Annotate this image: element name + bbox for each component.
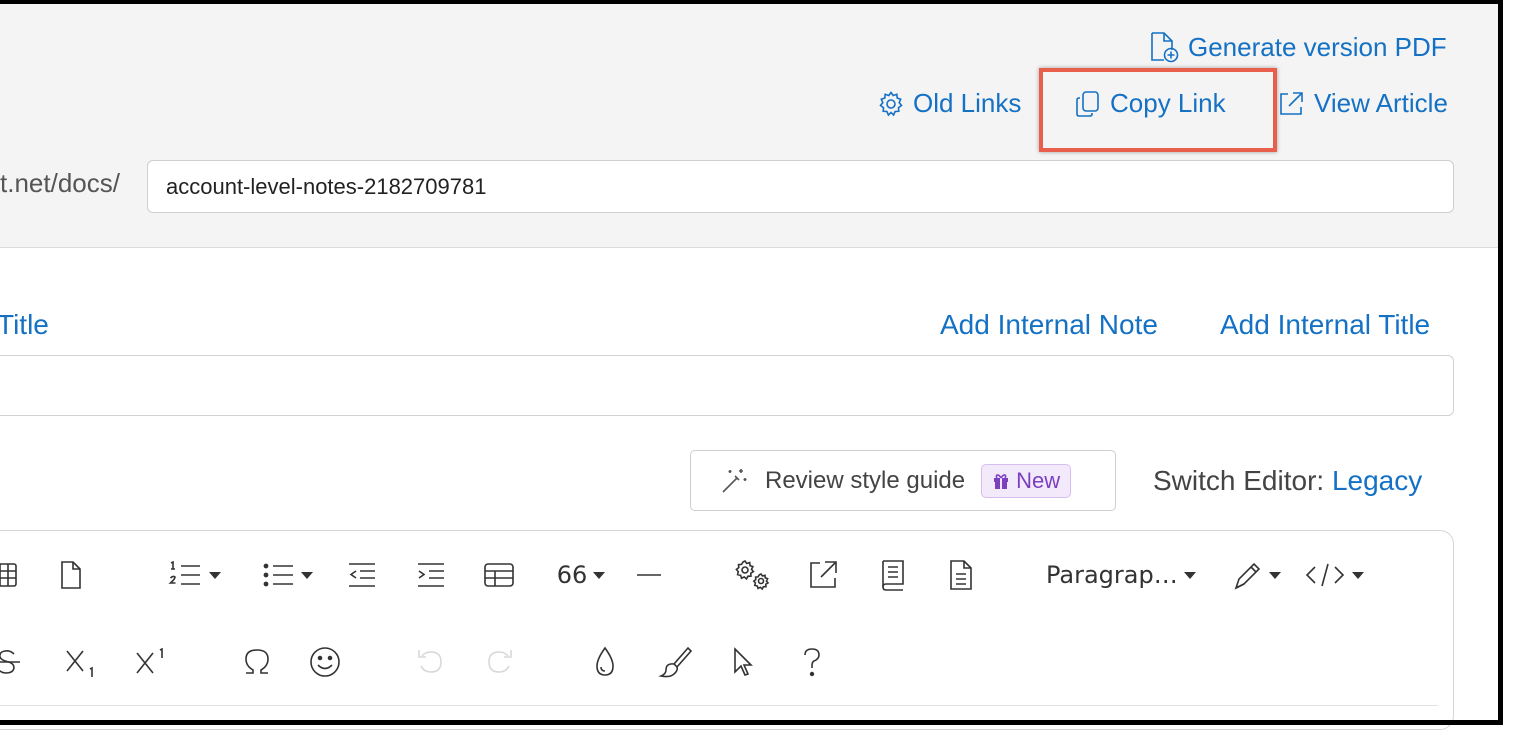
blockquote-button[interactable]: 66	[552, 558, 610, 592]
frame-margin-right	[1500, 0, 1522, 746]
review-style-guide-button[interactable]: Review style guide New	[690, 450, 1116, 511]
frame-border-right	[1498, 0, 1503, 725]
paragraph-format-label: Paragrap…	[1046, 561, 1178, 589]
toolbar-divider	[0, 705, 1438, 706]
title-link-partial[interactable]: Title	[0, 309, 49, 341]
chevron-down-icon	[1183, 571, 1196, 579]
gift-icon	[994, 473, 1009, 489]
special-characters-icon[interactable]	[238, 645, 276, 679]
page-icon[interactable]	[56, 558, 86, 592]
numbered-list-icon	[168, 560, 200, 585]
chevron-down-icon	[301, 571, 313, 579]
paintbrush-icon[interactable]	[655, 645, 695, 679]
frame-border-bottom	[0, 720, 1503, 725]
paragraph-format-dropdown[interactable]: Paragrap…	[1046, 558, 1206, 592]
subscript-icon[interactable]	[62, 645, 102, 679]
new-badge: New	[981, 463, 1072, 498]
new-badge-label: New	[1016, 467, 1061, 493]
view-article-label: View Article	[1314, 88, 1448, 118]
chevron-down-icon	[1269, 571, 1281, 579]
indent-icon[interactable]	[413, 558, 449, 592]
embed-external-icon[interactable]	[805, 558, 841, 592]
numbered-list-button[interactable]	[158, 558, 230, 592]
review-style-guide-label: Review style guide	[765, 466, 966, 494]
copy-link-highlight	[1039, 68, 1277, 152]
screenshot-frame: Generate version PDF Old Links Copy Link…	[0, 0, 1522, 746]
magic-wand-icon	[722, 468, 747, 493]
switch-editor: Switch Editor: Legacy	[1153, 465, 1422, 497]
title-input[interactable]	[0, 355, 1454, 416]
bullet-list-icon	[263, 563, 293, 587]
chevron-down-icon	[209, 571, 221, 579]
legacy-editor-link[interactable]: Legacy	[1332, 465, 1422, 496]
strikethrough-icon[interactable]	[0, 645, 28, 679]
view-article-link[interactable]: View Article	[1276, 88, 1448, 119]
old-links-link[interactable]: Old Links	[877, 88, 1021, 119]
switch-editor-label: Switch Editor:	[1153, 465, 1325, 496]
outdent-icon[interactable]	[344, 558, 380, 592]
superscript-icon[interactable]	[132, 645, 172, 679]
document-icon[interactable]	[944, 558, 978, 592]
book-icon[interactable]	[875, 558, 909, 592]
url-prefix: t.net/docs/	[0, 168, 120, 198]
highlighter-button[interactable]	[1228, 558, 1284, 592]
chevron-down-icon	[593, 571, 606, 579]
gears-icon[interactable]	[732, 558, 774, 592]
gear-icon	[879, 90, 903, 116]
external-link-icon	[1280, 91, 1303, 115]
undo-icon[interactable]	[412, 645, 448, 679]
chevron-down-icon	[1352, 571, 1364, 579]
add-internal-note-link[interactable]: Add Internal Note	[940, 309, 1158, 341]
blockquote-label: 66	[556, 561, 588, 589]
add-internal-title-link[interactable]: Add Internal Title	[1220, 309, 1430, 341]
redo-icon[interactable]	[482, 645, 518, 679]
generate-pdf-label: Generate version PDF	[1188, 31, 1447, 62]
pencil-icon	[1234, 562, 1261, 590]
generate-pdf-link[interactable]: Generate version PDF	[1146, 30, 1447, 64]
horizontal-line-icon[interactable]	[634, 558, 664, 592]
emoji-icon[interactable]	[306, 645, 344, 679]
select-cursor-icon[interactable]	[727, 645, 759, 679]
table-grid-icon[interactable]	[0, 558, 20, 592]
bullet-list-button[interactable]	[252, 558, 322, 592]
file-plus-icon	[1151, 32, 1179, 63]
frame-border-top	[0, 0, 1522, 4]
old-links-label: Old Links	[913, 88, 1022, 118]
code-icon	[1305, 563, 1345, 587]
source-code-button[interactable]	[1304, 558, 1364, 592]
insert-table-icon[interactable]	[481, 558, 517, 592]
help-icon[interactable]	[798, 645, 826, 679]
url-slug-input[interactable]	[147, 160, 1454, 213]
text-color-drop-icon[interactable]	[588, 645, 622, 679]
